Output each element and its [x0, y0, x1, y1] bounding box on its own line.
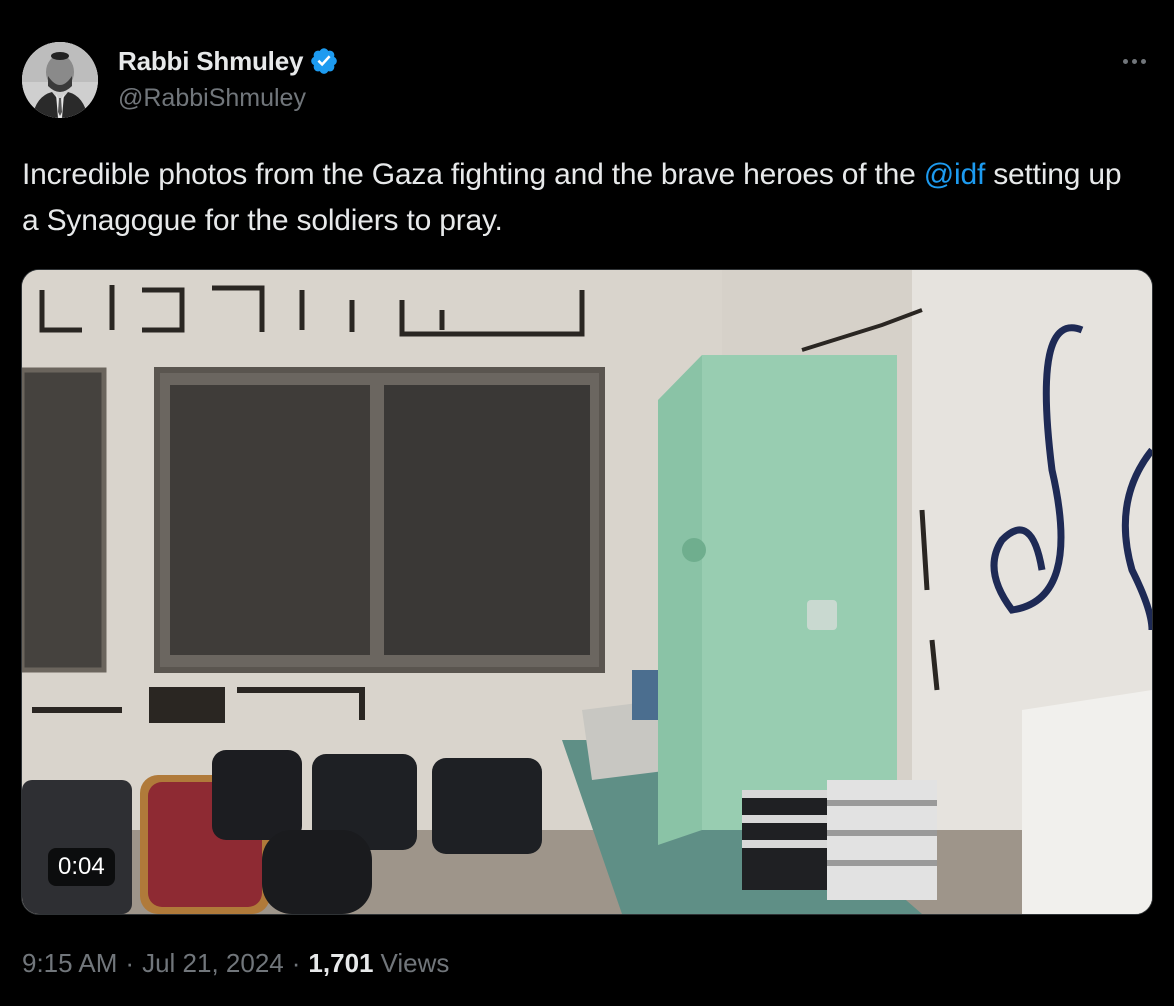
more-icon-dot	[1122, 58, 1128, 64]
tweet-text-before: Incredible photos from the Gaza fighting…	[22, 158, 924, 191]
views-indicator[interactable]: 1,701 Views	[308, 948, 449, 979]
author-handle[interactable]: @RabbiShmuley	[118, 84, 306, 113]
more-icon-dot	[1140, 58, 1146, 64]
tweet-time[interactable]: 9:15 AM	[22, 948, 117, 979]
video-player[interactable]: 0:04	[21, 269, 1153, 915]
verified-badge-icon[interactable]	[309, 46, 339, 76]
mention-link[interactable]: @idf	[924, 158, 986, 191]
author-name[interactable]: Rabbi Shmuley	[118, 46, 303, 77]
more-icon-dot	[1131, 58, 1137, 64]
tweet-date[interactable]: Jul 21, 2024	[142, 948, 284, 979]
author-name-row: Rabbi Shmuley	[118, 44, 339, 78]
video-duration-badge: 0:04	[48, 848, 115, 886]
tweet-metadata: 9:15 AM · Jul 21, 2024 · 1,701 Views	[22, 948, 449, 979]
avatar[interactable]	[22, 42, 98, 118]
video-thumbnail	[22, 270, 1152, 914]
tweet-card: Rabbi Shmuley @RabbiShmuley Incredible p…	[0, 0, 1174, 1006]
views-label: Views	[380, 948, 450, 978]
tweet-text: Incredible photos from the Gaza fighting…	[22, 152, 1142, 244]
meta-separator: ·	[291, 948, 301, 978]
meta-separator: ·	[125, 948, 135, 978]
more-options-button[interactable]	[1116, 48, 1152, 74]
views-count: 1,701	[308, 948, 374, 978]
avatar-image	[22, 42, 98, 118]
